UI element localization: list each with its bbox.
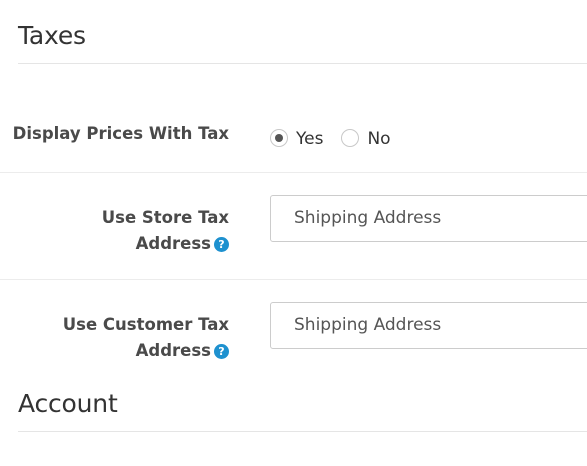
question-circle-icon[interactable]: ? [214, 237, 229, 252]
account-section-title: Account [18, 389, 118, 418]
customer-tax-address-label-line1: Use Customer Tax [62, 315, 229, 334]
customer-tax-address-label-line2: Address [135, 341, 211, 360]
row-divider [0, 279, 587, 280]
store-tax-address-select[interactable]: Shipping Address [270, 195, 587, 242]
store-tax-address-label-line1: Use Store Tax [101, 208, 229, 227]
question-circle-icon[interactable]: ? [214, 344, 229, 359]
store-tax-address-label: Use Store Tax Address? [102, 205, 229, 257]
radio-yes[interactable] [270, 129, 288, 147]
radio-no-label[interactable]: No [367, 126, 390, 152]
customer-tax-address-select[interactable]: Shipping Address [270, 302, 587, 349]
customer-tax-address-select-value: Shipping Address [294, 315, 442, 335]
taxes-section-title: Taxes [18, 21, 86, 50]
radio-no[interactable] [341, 129, 360, 147]
store-tax-address-select-value: Shipping Address [294, 208, 442, 228]
display-prices-with-tax-label-text: Display Prices With Tax [12, 124, 229, 143]
settings-page: Taxes Display Prices With Tax Yes No Use… [0, 0, 587, 466]
taxes-title-divider [18, 63, 587, 64]
customer-tax-address-label: Use Customer Tax Address? [63, 312, 229, 364]
row-divider [0, 172, 587, 173]
display-prices-with-tax-label: Display Prices With Tax [13, 121, 229, 147]
display-prices-with-tax-radio-group: Yes No [270, 125, 409, 151]
account-title-divider [18, 431, 587, 432]
radio-yes-label[interactable]: Yes [296, 126, 323, 152]
store-tax-address-label-line2: Address [135, 234, 211, 253]
